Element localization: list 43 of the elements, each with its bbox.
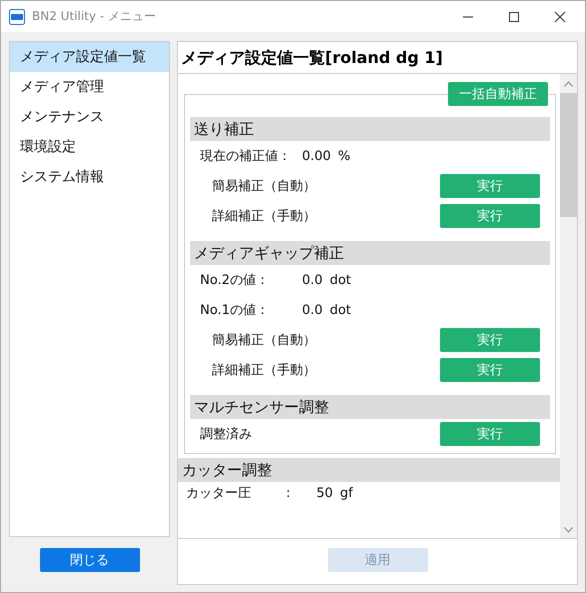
sidebar-item[interactable]: メディア設定値一覧	[10, 42, 169, 72]
unit-label: gf	[340, 486, 353, 500]
sidebar-item[interactable]: メンテナンス	[10, 102, 169, 132]
close-button[interactable]: 閉じる	[40, 548, 140, 572]
section-header: メディアギャップ補正	[190, 241, 550, 265]
scroll-down-icon	[564, 527, 573, 533]
sidebar-item[interactable]: システム情報	[10, 162, 169, 192]
action-label: 詳細補正（手動）	[212, 362, 317, 379]
run-button[interactable]: 実行	[440, 328, 540, 352]
value-text: 50	[316, 486, 333, 500]
bulk-auto-correct-button[interactable]: 一括自動補正	[448, 82, 548, 106]
close-icon[interactable]	[554, 10, 566, 22]
scrollbar-thumb[interactable]	[560, 93, 577, 217]
sidebar-item[interactable]: 環境設定	[10, 132, 169, 162]
action-label: 詳細補正（手動）	[212, 208, 317, 225]
value-label: No.2の値：	[200, 272, 270, 289]
panel-title: メディア設定値一覧[roland dg 1]	[178, 42, 577, 74]
action-label: 簡易補正（自動）	[212, 178, 317, 195]
value-label: 現在の補正値：	[200, 148, 292, 165]
app-logo-icon	[9, 8, 25, 24]
maximize-icon[interactable]	[508, 10, 520, 22]
window-title: BN2 Utility - メニュー	[32, 8, 156, 25]
sidebar-item[interactable]: メディア管理	[10, 72, 169, 102]
section-header: マルチセンサー調整	[190, 395, 550, 419]
value-text: 0.00	[302, 148, 331, 164]
section-header: カッター調整	[178, 458, 560, 482]
section-header: 送り補正	[190, 117, 550, 141]
unit-label: dot	[330, 302, 351, 318]
unit-label: %	[338, 148, 350, 164]
run-button[interactable]: 実行	[440, 422, 540, 446]
value-label: No.1の値：	[200, 302, 270, 319]
scroll-up-icon	[564, 81, 573, 87]
status-text: 調整済み	[200, 426, 253, 443]
run-button[interactable]: 実行	[440, 358, 540, 382]
run-button[interactable]: 実行	[440, 174, 540, 198]
value-text: 0.0	[302, 302, 323, 318]
unit-label: dot	[330, 272, 351, 288]
run-button[interactable]: 実行	[440, 204, 540, 228]
action-label: 簡易補正（自動）	[212, 332, 317, 349]
value-label: カッター圧	[186, 485, 252, 502]
scrollbar[interactable]	[560, 74, 577, 538]
value-text: 0.0	[302, 272, 323, 288]
colon-label: :	[286, 486, 290, 500]
